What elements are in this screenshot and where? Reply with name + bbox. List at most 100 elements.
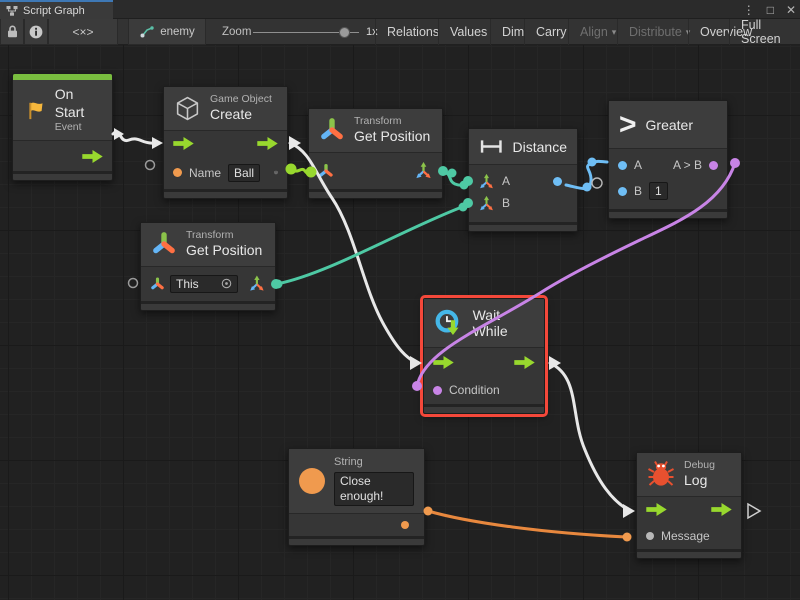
node-footer (637, 549, 741, 558)
node-title: Wait While (473, 307, 534, 339)
wire-waitwhile-to-debuglog[interactable] (550, 363, 630, 511)
message-input-port[interactable] (646, 532, 654, 540)
transform-icon (151, 231, 177, 257)
node-title: Create (210, 106, 272, 124)
maximize-icon[interactable]: □ (767, 3, 774, 17)
close-icon[interactable]: ✕ (786, 3, 796, 17)
object-picker-icon[interactable] (221, 278, 232, 289)
node-game-object-create[interactable]: Game Object Create Name Ball (163, 86, 288, 199)
lock-icon (7, 25, 18, 38)
node-wait-while-selected[interactable]: Wait While Condition (423, 298, 545, 414)
node-greater[interactable]: > Greater A A > B B 1 (608, 100, 728, 219)
flow-output-port[interactable] (514, 356, 535, 369)
game-object-output-port[interactable] (274, 164, 278, 181)
node-get-position-self[interactable]: Transform Get Position This (140, 222, 276, 311)
name-input-port[interactable] (173, 168, 182, 177)
carry-label: Carry (536, 25, 567, 39)
window-title-bar: Script Graph ⋮ □ ✕ (0, 0, 800, 19)
distance-output-port[interactable] (553, 177, 562, 186)
input-a-edge-dot[interactable] (463, 176, 473, 186)
message-label: Message (661, 529, 710, 543)
fullscreen-label: Full Screen (741, 18, 789, 46)
node-title: On Start (55, 86, 102, 121)
zoom-label: Zoom (222, 19, 251, 45)
node-title: Greater (646, 117, 693, 133)
greater-input-b-port[interactable] (618, 187, 627, 196)
flow-input-port[interactable] (173, 137, 194, 150)
relations-label: Relations (387, 25, 439, 39)
node-debug-log[interactable]: Debug Log Message (636, 452, 742, 559)
flow-output-port[interactable] (711, 503, 732, 516)
node-footer (141, 301, 275, 310)
vector3-edge-dot[interactable] (438, 166, 448, 176)
string-output-port[interactable] (401, 521, 409, 529)
input-b-label: B (634, 184, 642, 198)
node-get-position-top[interactable]: Transform Get Position (308, 108, 443, 199)
wire-onstart-to-create[interactable] (113, 132, 153, 143)
condition-label: Condition (449, 383, 500, 397)
flow-input-port[interactable] (433, 356, 454, 369)
convert-embed-button[interactable]: <×> (48, 19, 118, 45)
chevron-down-icon: ▾ (612, 27, 617, 38)
condition-input-port[interactable] (433, 386, 442, 395)
name-port-label: Name (189, 166, 221, 180)
result-label: A > B (673, 158, 702, 172)
wire-getposition-self-to-distance-b[interactable] (277, 207, 462, 284)
tab-script-graph[interactable]: Script Graph (0, 0, 113, 19)
vector3-edge-dot[interactable] (271, 279, 281, 289)
target-field[interactable]: This (170, 275, 238, 293)
transform-input-port[interactable] (318, 163, 334, 179)
flow-input-port[interactable] (646, 503, 667, 516)
distance-icon (479, 138, 504, 155)
bug-icon (647, 460, 675, 488)
b-value-field[interactable]: 1 (649, 182, 668, 200)
vector3-output-port[interactable] (414, 161, 433, 180)
target-value: This (176, 277, 199, 291)
graph-asset-button[interactable]: enemy (128, 19, 206, 45)
flag-icon (23, 98, 46, 123)
values-label: Values (450, 25, 487, 39)
flow-output-port[interactable] (82, 150, 103, 163)
wire-string-to-message[interactable] (428, 511, 626, 537)
node-category: Debug (684, 459, 715, 472)
input-a-label: A (634, 158, 642, 172)
node-footer (424, 404, 544, 413)
transform-input-port[interactable] (150, 276, 165, 292)
lock-button[interactable] (0, 19, 24, 45)
flow-output-port[interactable] (257, 137, 278, 150)
node-distance[interactable]: Distance A B (468, 128, 578, 232)
unconnected-port-circle (146, 161, 155, 170)
zoom-slider-knob[interactable] (339, 27, 350, 38)
graph-name-label: enemy (160, 26, 195, 38)
node-footer (289, 536, 424, 545)
graph-asset-icon (139, 25, 154, 38)
name-value-field[interactable]: Ball (228, 164, 260, 182)
vector3-input-a-port[interactable] (478, 173, 495, 190)
window-menu-icon[interactable]: ⋮ (743, 3, 755, 17)
greater-input-a-port[interactable] (618, 161, 627, 170)
greater-output-port[interactable] (709, 161, 718, 170)
vector3-output-port[interactable] (248, 274, 266, 293)
graph-canvas[interactable]: On Start Event Game Object Create (0, 45, 800, 600)
transform-icon (319, 117, 345, 143)
unconnected-port-circle (129, 279, 138, 288)
node-title: Log (684, 472, 715, 490)
node-on-start-event[interactable]: On Start Event (12, 73, 113, 181)
node-string-literal[interactable]: String Close enough! (288, 448, 425, 546)
fullscreen-button[interactable]: Full Screen (729, 19, 800, 45)
node-footer (609, 209, 727, 218)
unconnected-flow-triangle (748, 504, 760, 518)
input-b-edge-dot[interactable] (463, 198, 473, 208)
greater-icon: > (619, 111, 637, 138)
input-b-label: B (502, 196, 510, 210)
input-a-label: A (502, 174, 510, 188)
align-label: Align (580, 25, 608, 39)
distribute-label: Distribute (629, 25, 682, 39)
inspect-button[interactable] (24, 19, 48, 45)
node-title: Distance (513, 139, 567, 155)
string-icon (299, 468, 325, 494)
string-value-field[interactable]: Close enough! (334, 472, 414, 506)
vector3-input-b-port[interactable] (478, 195, 495, 212)
node-footer (309, 189, 442, 198)
node-title: Get Position (186, 242, 262, 260)
